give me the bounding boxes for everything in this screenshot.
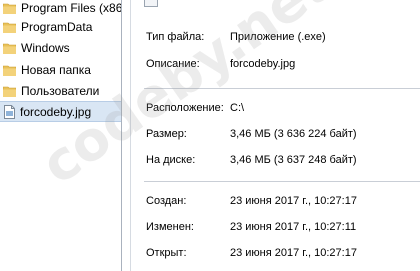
separator	[144, 181, 420, 182]
description-label: Описание:	[146, 58, 200, 70]
size-value: 3,46 МБ (3 636 224 байт)	[230, 128, 357, 140]
created-label: Создан:	[146, 195, 187, 207]
location-label: Расположение:	[146, 102, 224, 114]
separator	[144, 88, 420, 89]
file-type-value: Приложение (.exe)	[230, 31, 326, 43]
nav-item-label: Пользователи	[21, 84, 100, 98]
size-label: Размер:	[146, 128, 187, 140]
nav-item-forcodeby-jpg[interactable]: forcodeby.jpg	[0, 101, 121, 122]
folder-icon	[3, 3, 16, 14]
pane-splitter[interactable]	[122, 0, 131, 271]
file-type-label: Тип файла:	[146, 31, 205, 43]
nav-item-users[interactable]: Пользователи	[0, 80, 121, 102]
file-icon	[4, 104, 15, 119]
size-on-disk-label: На диске:	[146, 154, 196, 166]
folder-icon	[3, 86, 16, 97]
created-value: 23 июня 2017 г., 10:27:17	[230, 195, 357, 207]
nav-item-programdata[interactable]: ProgramData	[0, 16, 121, 38]
nav-item-label: Program Files (x86)	[21, 1, 121, 15]
nav-item-label: Новая папка	[21, 63, 91, 77]
accessed-value: 23 июня 2017 г., 10:27:17	[230, 247, 357, 259]
accessed-label: Открыт:	[146, 247, 187, 259]
modified-value: 23 июня 2017 г., 10:27:11	[230, 221, 357, 233]
folder-icon	[3, 65, 16, 76]
size-on-disk-value: 3,46 МБ (3 637 248 байт)	[230, 154, 357, 166]
nav-item-label: forcodeby.jpg	[20, 104, 92, 119]
folder-icon	[3, 22, 16, 33]
description-value: forcodeby.jpg	[230, 58, 296, 70]
nav-item-new-folder[interactable]: Новая папка	[0, 59, 121, 81]
nav-item-windows[interactable]: Windows	[0, 37, 121, 59]
nav-item-label: Windows	[21, 41, 70, 55]
modified-label: Изменен:	[146, 221, 194, 233]
tab-stub	[144, 0, 158, 7]
folder-icon	[3, 43, 16, 54]
location-value: C:\	[230, 102, 245, 114]
navigation-pane: Program Files (x86) ProgramData Windows …	[0, 0, 122, 271]
nav-item-label: ProgramData	[21, 20, 93, 34]
